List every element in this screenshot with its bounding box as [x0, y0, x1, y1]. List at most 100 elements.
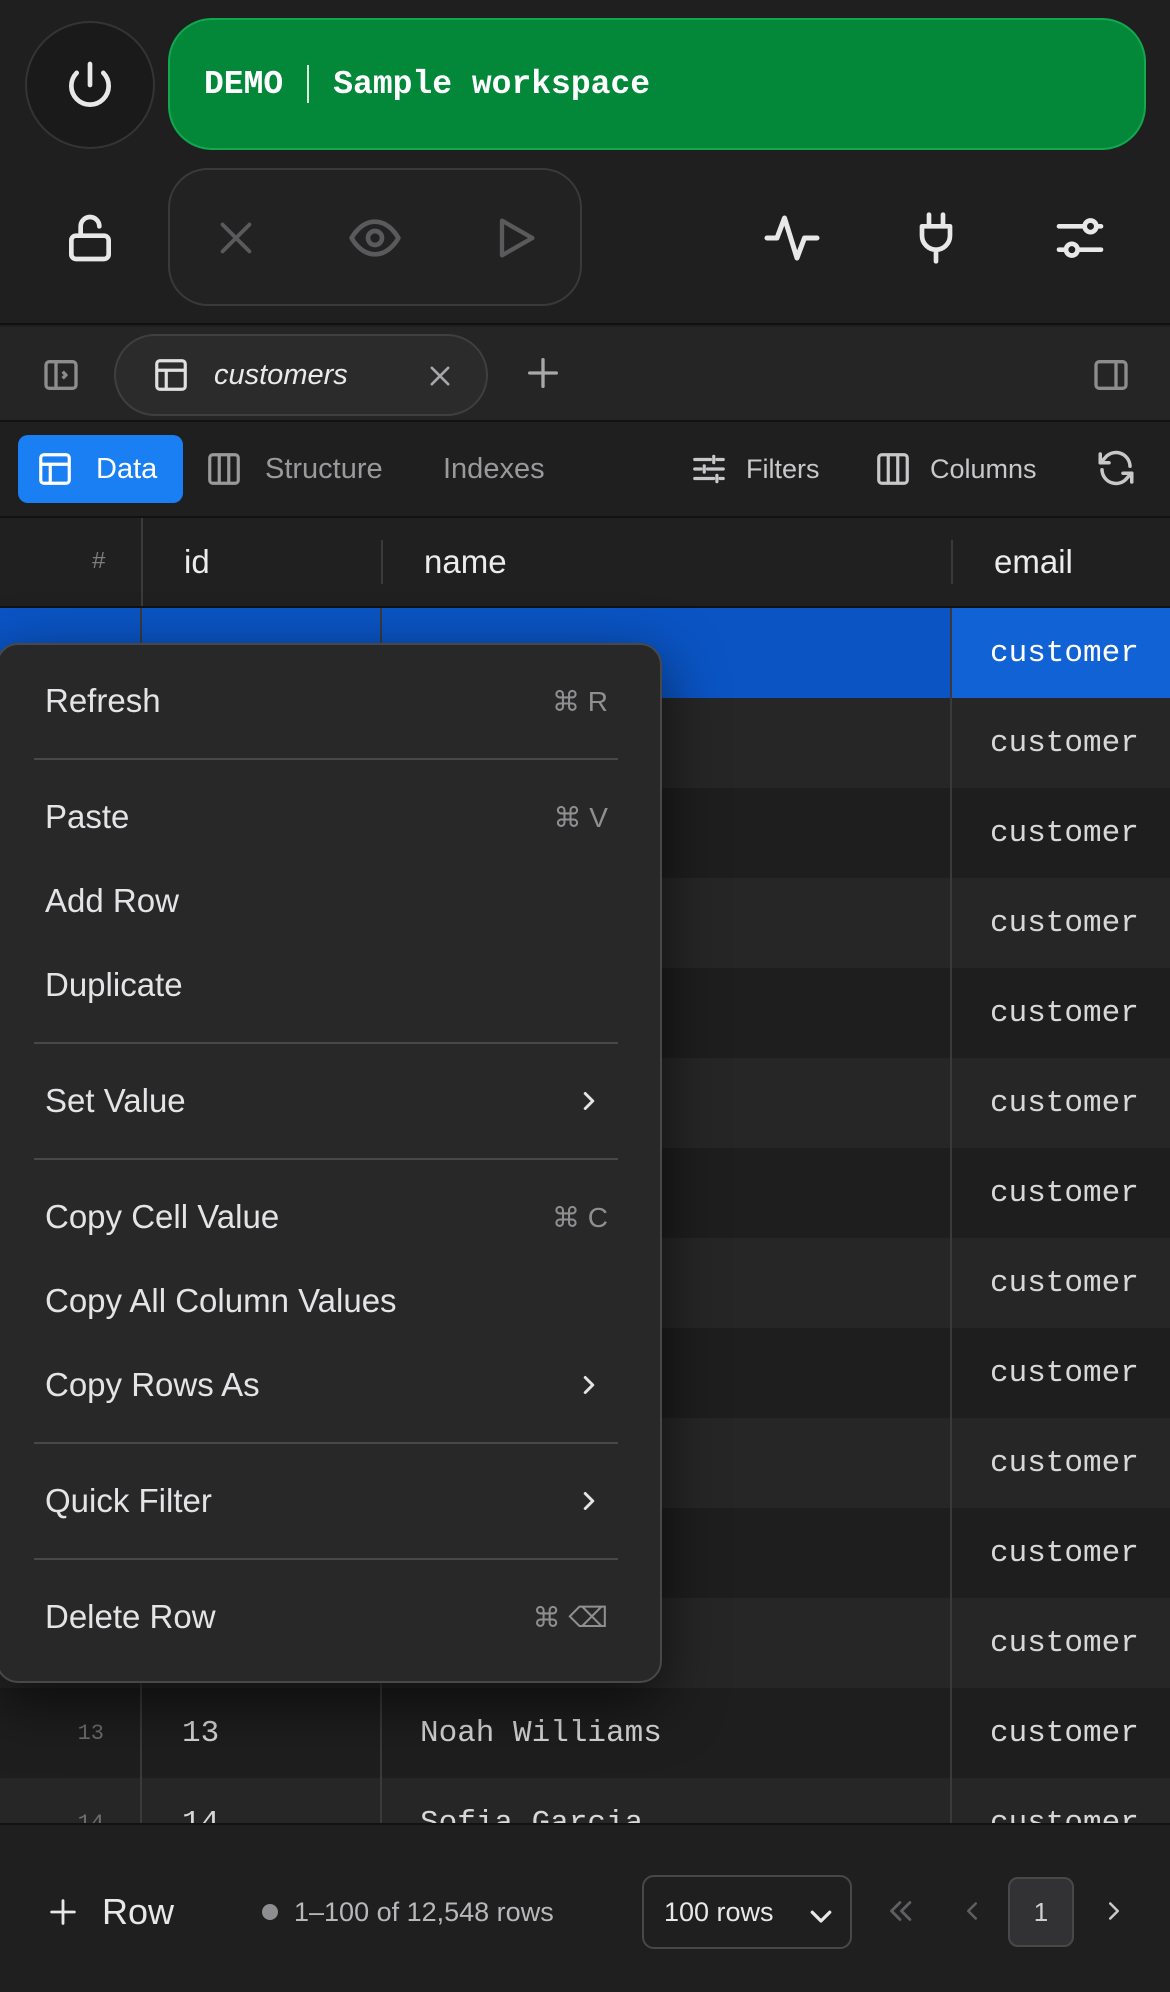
next-page-button[interactable] — [1090, 1885, 1138, 1937]
email-cell[interactable]: customer — [952, 1778, 1170, 1824]
menu-item-add-row[interactable]: Add Row — [0, 859, 660, 943]
name-cell[interactable]: Noah Williams — [382, 1688, 952, 1778]
sidebar-toggle-button[interactable] — [35, 351, 87, 399]
filter-sliders-icon — [693, 454, 725, 484]
sliders-icon — [1056, 218, 1104, 258]
power-button[interactable] — [25, 21, 155, 149]
previous-page-button[interactable] — [948, 1885, 996, 1937]
environment-label: DEMO — [204, 65, 284, 103]
refresh-icon — [1098, 450, 1134, 486]
email-cell[interactable]: customer — [952, 878, 1170, 968]
menu-item-set-value[interactable]: Set Value — [0, 1059, 660, 1143]
submenu-indicator — [574, 1370, 604, 1408]
id-cell[interactable]: 13 — [142, 1688, 382, 1778]
menu-separator — [34, 1442, 618, 1444]
menu-item-refresh[interactable]: Refresh ⌘ R — [0, 659, 660, 743]
right-panel-toggle-button[interactable] — [1085, 351, 1137, 399]
lock-button[interactable] — [40, 190, 140, 286]
workspace-name: Sample workspace — [333, 65, 651, 103]
filters-button[interactable]: Filters — [690, 435, 820, 503]
filters-label: Filters — [746, 453, 820, 484]
email-cell[interactable]: customer — [952, 968, 1170, 1058]
menu-item-label: Copy All Column Values — [45, 1282, 397, 1319]
add-row-button[interactable]: Row — [46, 1877, 174, 1947]
name-cell[interactable]: Sofia Garcia — [382, 1778, 952, 1823]
page-size-select[interactable]: 100 rows — [642, 1875, 852, 1949]
plus-icon — [528, 358, 558, 388]
tab-label: customers — [214, 358, 348, 391]
menu-item-shortcut: ⌘ C — [552, 1201, 608, 1233]
columns-icon — [208, 453, 240, 485]
eye-icon — [349, 219, 401, 257]
first-page-button[interactable] — [876, 1885, 924, 1937]
table-row[interactable]: 13 13 Noah Williams customer — [0, 1688, 1170, 1778]
email-cell[interactable]: customer — [952, 1148, 1170, 1238]
email-cell[interactable]: customer — [952, 1598, 1170, 1688]
column-header-id[interactable]: id — [142, 518, 382, 606]
menu-item-copy-all-column-values[interactable]: Copy All Column Values — [0, 1259, 660, 1343]
refresh-button[interactable] — [1088, 440, 1144, 496]
menu-item-label: Copy Cell Value — [45, 1198, 280, 1235]
add-row-label: Row — [102, 1891, 175, 1932]
email-cell[interactable]: customer — [952, 1058, 1170, 1148]
preview-changes-button[interactable] — [325, 190, 425, 286]
menu-item-paste[interactable]: Paste ⌘ V — [0, 775, 660, 859]
menu-item-shortcut: ⌘ V — [553, 801, 608, 833]
menu-item-copy-rows-as[interactable]: Copy Rows As — [0, 1343, 660, 1427]
menu-separator — [34, 1558, 618, 1560]
columns-label: Columns — [930, 453, 1037, 484]
row-number-cell: 14 — [0, 1778, 142, 1823]
menu-item-label: Add Row — [45, 882, 179, 919]
email-cell[interactable]: customer — [952, 1688, 1170, 1778]
menu-item-label: Set Value — [45, 1082, 186, 1119]
settings-button[interactable] — [1030, 190, 1130, 286]
email-cell[interactable]: customer — [952, 1328, 1170, 1418]
grid-footer: Row 1–100 of 12,548 rows 100 rows 1 — [0, 1823, 1170, 1992]
column-header-name[interactable]: name — [382, 518, 952, 606]
tab-data-label: Data — [96, 452, 158, 485]
menu-item-label: Paste — [45, 798, 130, 835]
tab-data[interactable]: Data — [18, 435, 183, 503]
discard-changes-button[interactable] — [186, 190, 286, 286]
banner-divider — [307, 65, 310, 103]
tab-close-button[interactable] — [422, 358, 458, 394]
menu-item-copy-cell-value[interactable]: Copy Cell Value ⌘ C — [0, 1175, 660, 1259]
tab-indexes[interactable]: Indexes — [443, 435, 545, 503]
menu-item-duplicate[interactable]: Duplicate — [0, 943, 660, 1027]
workspace-banner[interactable]: DEMO Sample workspace — [168, 18, 1146, 150]
email-cell[interactable]: customer — [952, 1418, 1170, 1508]
columns-button[interactable]: Columns — [874, 435, 1037, 503]
sidebar-left-icon — [44, 360, 78, 390]
chevrons-left-icon — [890, 1901, 912, 1921]
table-icon — [155, 359, 187, 391]
chevron-left-icon — [967, 1902, 977, 1920]
tab-structure[interactable]: Structure — [205, 435, 383, 503]
column-resize-handle[interactable] — [951, 540, 953, 584]
row-count-status: 1–100 of 12,548 rows — [262, 1877, 554, 1947]
chevron-down-icon — [810, 1910, 832, 1923]
column-header-email[interactable]: email — [952, 518, 1170, 606]
menu-item-quick-filter[interactable]: Quick Filter — [0, 1459, 660, 1543]
row-count-text: 1–100 of 12,548 rows — [294, 1896, 554, 1927]
current-page-input[interactable]: 1 — [1008, 1877, 1074, 1947]
email-cell[interactable]: customer — [952, 788, 1170, 878]
app-header: DEMO Sample workspace — [0, 0, 1170, 325]
connection-button[interactable] — [886, 190, 986, 286]
commit-changes-button[interactable] — [465, 190, 565, 286]
table-icon — [39, 453, 71, 485]
activity-icon — [764, 215, 820, 261]
menu-item-delete-row[interactable]: Delete Row ⌘ ⌫ — [0, 1575, 660, 1659]
menu-item-shortcut: ⌘ R — [552, 685, 608, 717]
email-cell[interactable]: customer — [952, 698, 1170, 788]
new-tab-button[interactable] — [515, 345, 571, 401]
email-cell[interactable]: customer — [952, 1238, 1170, 1328]
table-row[interactable]: 14 14 Sofia Garcia customer — [0, 1778, 1170, 1823]
chevron-right-icon — [1109, 1902, 1119, 1920]
tab-customers[interactable]: customers — [114, 334, 488, 416]
email-cell[interactable]: customer — [952, 1508, 1170, 1598]
id-cell[interactable]: 14 — [142, 1778, 382, 1823]
email-cell[interactable]: customer — [952, 608, 1170, 698]
status-dot-icon — [262, 1904, 278, 1920]
column-resize-handle[interactable] — [381, 540, 383, 584]
activity-button[interactable] — [742, 190, 842, 286]
